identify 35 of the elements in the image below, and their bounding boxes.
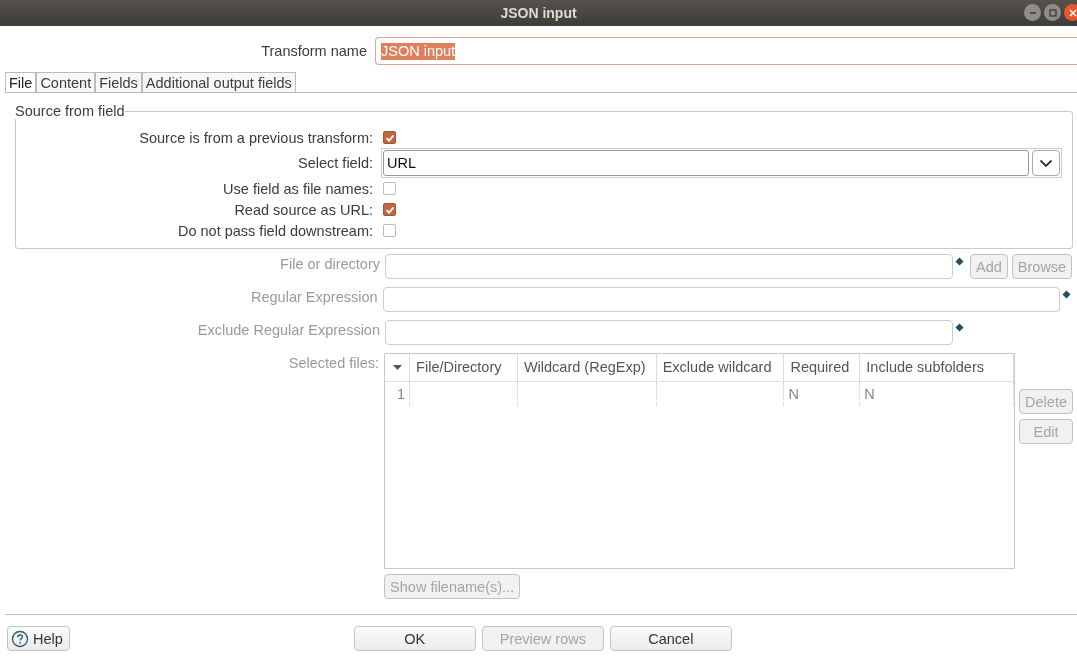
group-title: Source from field <box>15 103 125 119</box>
row-number: 1 <box>385 382 411 406</box>
select-field-label: Select field: <box>297 155 374 171</box>
option-label: Use field as file names: <box>222 180 374 197</box>
option-label: Source is from a previous transform: <box>138 129 374 146</box>
checkbox[interactable] <box>383 182 396 195</box>
select-field-input[interactable]: URL <box>383 150 1029 176</box>
variable-icon <box>955 257 964 266</box>
field-label: Exclude Regular Expression <box>196 321 381 338</box>
minimize-icon[interactable] <box>1024 4 1041 21</box>
tab[interactable]: Content <box>36 72 96 92</box>
field-label: Regular Expression <box>250 288 379 305</box>
checkbox[interactable] <box>383 203 396 216</box>
dialog-button[interactable]: Cancel <box>609 626 732 651</box>
dropdown-button[interactable] <box>1032 150 1060 176</box>
checkbox[interactable] <box>383 131 396 144</box>
chevron-down-icon <box>1039 158 1053 168</box>
variable-icon <box>1062 290 1071 299</box>
table-cell: N <box>784 382 861 406</box>
table-cell: N <box>860 382 1015 406</box>
option-label: Read source as URL: <box>233 201 374 218</box>
dialog-button[interactable]: OK <box>353 626 476 651</box>
transform-name-label: Transform name <box>260 43 368 59</box>
tab[interactable]: Fields <box>95 72 142 92</box>
help-icon <box>11 629 29 648</box>
field-label: File or directory <box>279 255 381 272</box>
checkbox[interactable] <box>383 224 396 237</box>
close-icon[interactable] <box>1064 4 1077 21</box>
field-label: Selected files: <box>287 354 381 371</box>
help-button[interactable]: Help <box>7 626 70 651</box>
tab[interactable]: File <box>5 72 37 92</box>
tab[interactable]: Additional output fields <box>141 72 296 92</box>
window-title: JSON input <box>500 5 577 21</box>
variable-icon <box>955 323 964 332</box>
option-label: Do not pass field downstream: <box>176 222 374 239</box>
